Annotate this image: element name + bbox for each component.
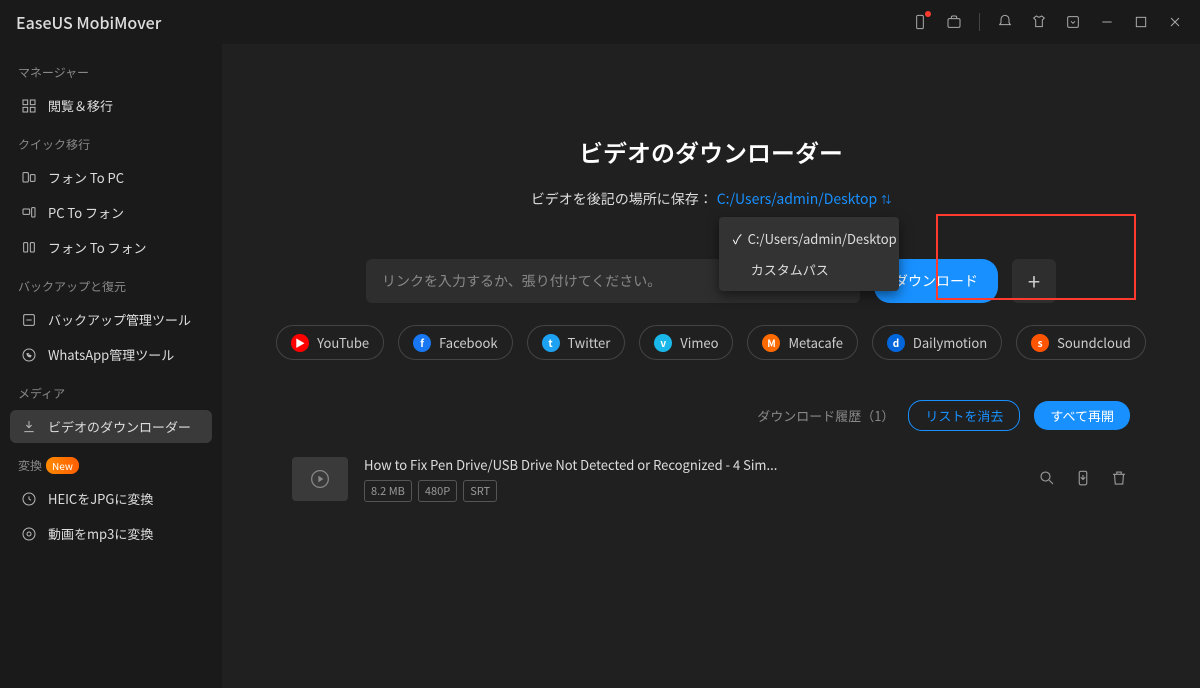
- section-label: バックアップと復元: [10, 266, 212, 301]
- site-twitter[interactable]: t Twitter: [527, 325, 626, 360]
- delete-icon[interactable]: [1110, 469, 1130, 489]
- sidebar-item-label: HEICをJPGに変換: [48, 489, 153, 508]
- section-label: マネージャー: [10, 52, 212, 87]
- facebook-icon: f: [413, 334, 431, 352]
- dropdown-icon[interactable]: [1064, 13, 1082, 31]
- site-facebook[interactable]: f Facebook: [398, 325, 512, 360]
- dailymotion-icon: d: [887, 334, 905, 352]
- twitter-icon: t: [542, 334, 560, 352]
- youtube-icon: ▶: [291, 334, 309, 352]
- site-metacafe[interactable]: M Metacafe: [747, 325, 857, 360]
- add-button[interactable]: +: [1012, 259, 1056, 303]
- heic-icon: [20, 490, 38, 508]
- sidebar-item-label: バックアップ管理ツール: [48, 310, 191, 329]
- sidebar-item[interactable]: ビデオのダウンローダー: [10, 410, 212, 443]
- site-shortcuts: ▶ YouTube f Facebook t Twitter v Vimeo M Metacafe…: [276, 325, 1146, 360]
- save-location-row: ビデオを後記の場所に保存： C:/Users/admin/Desktop ⇅ ✓…: [531, 189, 891, 209]
- meta-tag: 8.2 MB: [364, 480, 412, 502]
- sidebar-item[interactable]: バックアップ管理ツール: [10, 303, 212, 336]
- site-label: YouTube: [317, 333, 369, 352]
- shirt-icon[interactable]: [1030, 13, 1048, 31]
- sidebar-item-label: ビデオのダウンローダー: [48, 417, 191, 436]
- site-label: Vimeo: [680, 333, 718, 352]
- save-prefix: ビデオを後記の場所に保存：: [531, 189, 713, 209]
- sidebar-item-label: WhatsApp管理ツール: [48, 345, 174, 364]
- page-title: ビデオのダウンローダー: [579, 134, 843, 169]
- sidebar-item-label: 閲覧＆移行: [48, 96, 113, 115]
- whatsapp-icon: [20, 346, 38, 364]
- meta-tag: SRT: [463, 480, 497, 502]
- video-thumbnail[interactable]: [292, 457, 348, 501]
- sidebar-item[interactable]: フォン To フォン: [10, 231, 212, 264]
- maximize-icon[interactable]: [1132, 13, 1150, 31]
- phone-to-pc-icon: [20, 169, 38, 187]
- section-label: 変換New: [10, 445, 212, 480]
- pc-to-phone-icon: [20, 204, 38, 222]
- sidebar-item[interactable]: WhatsApp管理ツール: [10, 338, 212, 371]
- backup-icon: [20, 311, 38, 329]
- site-label: Facebook: [439, 333, 497, 352]
- dropdown-option[interactable]: カスタムパス: [719, 254, 899, 285]
- option-label: カスタムパス: [751, 260, 829, 279]
- transfer-icon[interactable]: [1074, 469, 1094, 489]
- sidebar-item-label: 動画をmp3に変換: [48, 524, 153, 543]
- option-label: C:/Users/admin/Desktop: [748, 229, 897, 248]
- sidebar-item-label: フォン To PC: [48, 168, 124, 187]
- sidebar-item[interactable]: 動画をmp3に変換: [10, 517, 212, 550]
- sidebar-item[interactable]: HEICをJPGに変換: [10, 482, 212, 515]
- site-youtube[interactable]: ▶ YouTube: [276, 325, 384, 360]
- sort-icon: ⇅: [881, 194, 891, 204]
- bell-icon[interactable]: [996, 13, 1014, 31]
- minimize-icon[interactable]: [1098, 13, 1116, 31]
- sidebar-item[interactable]: PC To フォン: [10, 196, 212, 229]
- save-path-value: C:/Users/admin/Desktop: [717, 189, 877, 209]
- section-label: メディア: [10, 373, 212, 408]
- close-icon[interactable]: [1166, 13, 1184, 31]
- section-label: クイック移行: [10, 124, 212, 159]
- download-item: How to Fix Pen Drive/USB Drive Not Detec…: [262, 445, 1160, 512]
- new-badge: New: [46, 457, 79, 474]
- site-label: Soundcloud: [1057, 333, 1131, 352]
- grid-icon: [20, 97, 38, 115]
- sidebar-item[interactable]: フォン To PC: [10, 161, 212, 194]
- site-label: Dailymotion: [913, 333, 987, 352]
- site-soundcloud[interactable]: s Soundcloud: [1016, 325, 1146, 360]
- save-path-dropdown[interactable]: C:/Users/admin/Desktop ⇅: [717, 189, 891, 209]
- sidebar-item-label: PC To フォン: [48, 203, 124, 222]
- site-label: Metacafe: [788, 333, 842, 352]
- audio-icon: [20, 525, 38, 543]
- video-title: How to Fix Pen Drive/USB Drive Not Detec…: [364, 455, 1022, 474]
- soundcloud-icon: s: [1031, 334, 1049, 352]
- vimeo-icon: v: [654, 334, 672, 352]
- site-dailymotion[interactable]: d Dailymotion: [872, 325, 1002, 360]
- main-content: ビデオのダウンローダー ビデオを後記の場所に保存： C:/Users/admin…: [222, 44, 1200, 688]
- phone-connect-icon[interactable]: [911, 13, 929, 31]
- meta-tag: 480P: [418, 480, 457, 502]
- sidebar-item-label: フォン To フォン: [48, 238, 147, 257]
- history-count: ダウンロード履歴（1）: [757, 406, 894, 425]
- briefcase-icon[interactable]: [945, 13, 963, 31]
- app-title: EaseUS MobiMover: [16, 10, 161, 34]
- save-path-menu: ✓ C:/Users/admin/Desktop カスタムパス: [719, 217, 899, 291]
- clear-list-button[interactable]: リストを消去: [908, 400, 1020, 431]
- sidebar: マネージャー閲覧＆移行クイック移行フォン To PC PC To フォンフォン T…: [0, 44, 222, 688]
- phone-to-phone-icon: [20, 239, 38, 257]
- metacafe-icon: M: [762, 334, 780, 352]
- site-vimeo[interactable]: v Vimeo: [639, 325, 733, 360]
- search-icon[interactable]: [1038, 469, 1058, 489]
- check-icon: ✓: [733, 229, 742, 248]
- site-label: Twitter: [568, 333, 611, 352]
- retry-all-button[interactable]: すべて再開: [1034, 401, 1130, 430]
- download-icon: [20, 418, 38, 436]
- dropdown-option[interactable]: ✓ C:/Users/admin/Desktop: [719, 223, 899, 254]
- sidebar-item[interactable]: 閲覧＆移行: [10, 89, 212, 122]
